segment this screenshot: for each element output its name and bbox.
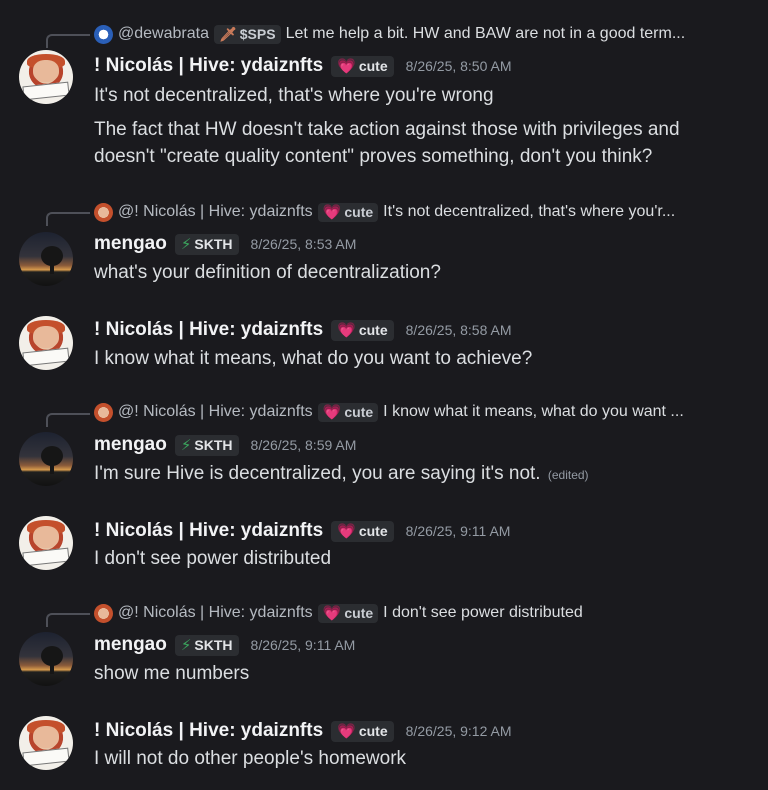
heart-icon: 💗: [337, 723, 356, 740]
role-tag[interactable]: 💗 cute: [331, 55, 394, 77]
message-header: ! Nicolás | Hive: ydaiznfts 💗 cute 8/26/2…: [94, 519, 510, 543]
reply-tag: 💗 cute: [317, 402, 379, 422]
message-header: ! Nicolás | Hive: ydaiznfts 💗 cute 8/26/2…: [94, 54, 512, 78]
message-header: mengao ⚡ SKTH 8/26/25, 8:59 AM: [94, 433, 356, 457]
timestamp: 8/26/25, 8:58 AM: [405, 322, 512, 338]
username[interactable]: ! Nicolás | Hive: ydaiznfts: [94, 319, 323, 341]
reply-preview[interactable]: @! Nicolás | Hive: ydaiznfts 💗 cute It's …: [94, 201, 675, 223]
edited-label: (edited): [547, 468, 589, 482]
avatar[interactable]: [19, 632, 73, 686]
heart-icon: 💗: [337, 523, 356, 540]
reply-connector: [46, 613, 90, 627]
timestamp: 8/26/25, 8:59 AM: [250, 437, 357, 453]
message-line: I don't see power distributed: [94, 548, 332, 569]
reply-connector: [46, 413, 90, 427]
reply-preview[interactable]: @! Nicolás | Hive: ydaiznfts 💗 cute I kno…: [94, 401, 684, 423]
message-content: show me numbers: [94, 660, 744, 687]
reply-text[interactable]: I don't see power distributed: [383, 604, 583, 622]
message-header: ! Nicolás | Hive: ydaiznfts 💗 cute 8/26/2…: [94, 318, 512, 342]
reply-text[interactable]: It's not decentralized, that's where you…: [383, 203, 675, 221]
username[interactable]: ! Nicolás | Hive: ydaiznfts: [94, 520, 323, 542]
reply-author[interactable]: @dewabrata: [118, 25, 209, 43]
avatar[interactable]: [19, 516, 73, 570]
reply-connector: [46, 212, 90, 226]
message-content: I'm sure Hive is decentralized, you are …: [94, 460, 744, 489]
message-line: show me numbers: [94, 663, 250, 684]
message-content: I don't see power distributed: [94, 545, 744, 572]
lightning-icon: ⚡: [180, 637, 192, 654]
lightning-icon: ⚡: [180, 437, 192, 454]
username[interactable]: mengao: [94, 634, 167, 656]
reply-avatar: [94, 202, 113, 222]
role-tag[interactable]: 💗 cute: [331, 520, 394, 542]
heart-icon: 💗: [322, 404, 342, 421]
timestamp: 8/26/25, 8:50 AM: [405, 58, 512, 74]
timestamp: 8/26/25, 9:11 AM: [405, 523, 511, 539]
reply-connector: [46, 34, 90, 48]
timestamp: 8/26/25, 9:11 AM: [250, 637, 356, 653]
message-header: mengao ⚡ SKTH 8/26/25, 9:11 AM: [94, 633, 355, 657]
message-line: I will not do other people's homework: [94, 748, 407, 769]
reply-author[interactable]: @! Nicolás | Hive: ydaiznfts: [118, 403, 313, 421]
reply-author[interactable]: @! Nicolás | Hive: ydaiznfts: [118, 604, 313, 622]
reply-text[interactable]: I know what it means, what do you want .…: [383, 403, 684, 421]
role-tag[interactable]: ⚡ SKTH: [174, 434, 239, 456]
reply-tag: 🗡 $SPS: [213, 24, 281, 44]
heart-icon: 💗: [337, 58, 356, 75]
message-line: I know what it means, what do you want t…: [94, 348, 533, 369]
username[interactable]: mengao: [94, 434, 167, 456]
username[interactable]: ! Nicolás | Hive: ydaiznfts: [94, 55, 323, 77]
message-content: The fact that HW doesn't take action aga…: [94, 116, 744, 170]
reply-avatar: [94, 24, 113, 44]
role-tag[interactable]: 💗 cute: [331, 720, 394, 742]
role-tag[interactable]: 💗 cute: [331, 319, 394, 341]
heart-icon: 💗: [322, 204, 342, 221]
reply-avatar: [94, 402, 113, 422]
heart-icon: 💗: [322, 605, 342, 622]
timestamp: 8/26/25, 9:12 AM: [405, 723, 512, 739]
message-content: I know what it means, what do you want t…: [94, 345, 744, 372]
avatar[interactable]: [19, 432, 73, 486]
username[interactable]: ! Nicolás | Hive: ydaiznfts: [94, 720, 323, 742]
reply-avatar: [94, 603, 113, 623]
avatar[interactable]: [19, 316, 73, 370]
role-tag[interactable]: ⚡ SKTH: [174, 634, 239, 656]
reply-tag: 💗 cute: [317, 202, 379, 222]
message-content: what's your definition of decentralizati…: [94, 259, 744, 286]
message-header: mengao ⚡ SKTH 8/26/25, 8:53 AM: [94, 232, 356, 256]
role-tag[interactable]: ⚡ SKTH: [174, 233, 239, 255]
reply-text[interactable]: Let me help a bit. HW and BAW are not in…: [286, 25, 686, 43]
message-header: ! Nicolás | Hive: ydaiznfts 💗 cute 8/26/2…: [94, 719, 512, 743]
avatar[interactable]: [19, 232, 73, 286]
message-line: I'm sure Hive is decentralized, you are …: [94, 463, 589, 484]
reply-preview[interactable]: @! Nicolás | Hive: ydaiznfts 💗 cute I don…: [94, 602, 583, 624]
reply-author[interactable]: @! Nicolás | Hive: ydaiznfts: [118, 203, 313, 221]
reply-preview[interactable]: @dewabrata 🗡 $SPS Let me help a bit. HW a…: [94, 23, 685, 45]
username[interactable]: mengao: [94, 233, 167, 255]
timestamp: 8/26/25, 8:53 AM: [250, 236, 357, 252]
message-content: I will not do other people's homework: [94, 745, 744, 772]
message-content: It's not decentralized, that's where you…: [94, 82, 744, 109]
message-line: what's your definition of decentralizati…: [94, 262, 441, 283]
message-line: The fact that HW doesn't take action aga…: [94, 119, 680, 167]
avatar[interactable]: [19, 50, 73, 104]
reply-tag: 💗 cute: [317, 603, 379, 623]
message-line: It's not decentralized, that's where you…: [94, 85, 494, 106]
heart-icon: 💗: [337, 322, 356, 339]
lightning-icon: ⚡: [180, 236, 192, 253]
sword-icon: 🗡: [218, 25, 237, 42]
avatar[interactable]: [19, 716, 73, 770]
